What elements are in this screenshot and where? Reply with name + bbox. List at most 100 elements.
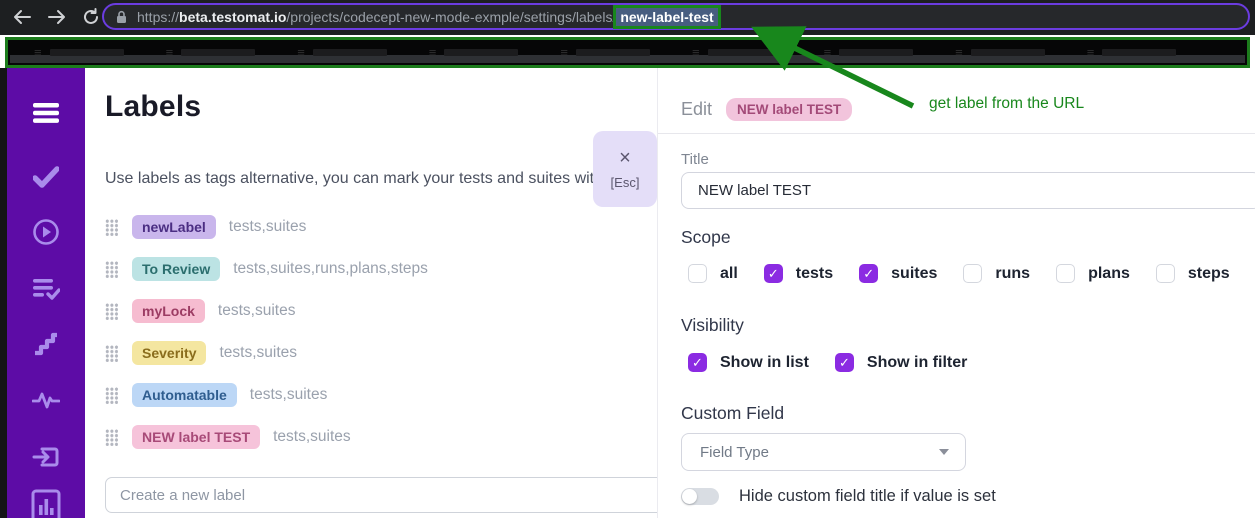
menu-icon: ≡: [297, 46, 305, 59]
label-list: newLabel tests,suites To Review tests,su…: [105, 206, 645, 458]
bookmark-item[interactable]: ≡: [297, 46, 387, 59]
url-selected-segment[interactable]: new-label-test: [616, 8, 717, 26]
scope-options: ✓ all ✓ tests ✓ suites ✓ runs ✓ plans ✓ …: [688, 264, 1230, 283]
bar-chart-icon[interactable]: [31, 491, 61, 518]
bookmark-item[interactable]: ≡: [166, 46, 256, 59]
menu-icon: ≡: [824, 46, 832, 59]
menu-icon: ≡: [560, 46, 568, 59]
play-circle-icon[interactable]: [31, 217, 61, 247]
bookmark-item[interactable]: ≡: [824, 46, 914, 59]
steps-icon[interactable]: [31, 329, 61, 359]
app-sidebar: [7, 68, 85, 518]
scope-option-tests[interactable]: ✓ tests: [764, 264, 833, 283]
panel-title: Edit: [681, 99, 712, 120]
menu-icon: ≡: [429, 46, 437, 59]
exit-icon[interactable]: [31, 442, 61, 472]
panel-header-badge: NEW label TEST: [726, 98, 852, 121]
visibility-option-show-in-filter[interactable]: ✓ Show in filter: [835, 353, 967, 372]
label-badge[interactable]: newLabel: [132, 215, 216, 239]
label-row: myLock tests,suites: [105, 290, 645, 332]
drag-handle-icon[interactable]: [105, 345, 118, 362]
url-scheme: https://: [137, 9, 179, 25]
drag-handle-icon[interactable]: [105, 219, 118, 236]
visibility-options: ✓ Show in list ✓ Show in filter: [688, 353, 967, 372]
drag-handle-icon[interactable]: [105, 261, 118, 278]
url-bar[interactable]: https://beta.testomat.io/projects/codece…: [102, 3, 1250, 30]
bookmark-item[interactable]: ≡: [560, 46, 650, 59]
visibility-section-label: Visibility: [681, 315, 744, 336]
label-badge[interactable]: To Review: [132, 257, 220, 281]
url-host: beta.testomat.io: [179, 9, 286, 25]
label-badge[interactable]: NEW label TEST: [132, 425, 260, 449]
scope-section-label: Scope: [681, 227, 731, 248]
lock-icon: [116, 10, 127, 24]
bookmark-item[interactable]: ≡: [955, 46, 1045, 59]
label-badge[interactable]: Severity: [132, 341, 206, 365]
label-scope: tests,suites: [229, 218, 307, 236]
bookmark-item[interactable]: ≡: [1087, 46, 1177, 59]
drag-handle-icon[interactable]: [105, 303, 118, 320]
checkbox[interactable]: ✓: [859, 264, 878, 283]
toggle-switch[interactable]: [681, 488, 719, 505]
custom-field-section-label: Custom Field: [681, 403, 784, 424]
label-row: Severity tests,suites: [105, 332, 645, 374]
label-row: NEW label TEST tests,suites: [105, 416, 645, 458]
bookmark-item[interactable]: ≡: [692, 46, 782, 59]
field-type-select[interactable]: Field Type: [681, 433, 966, 471]
drag-handle-icon[interactable]: [105, 387, 118, 404]
menu-icon: ≡: [166, 46, 174, 59]
forward-icon[interactable]: [43, 4, 71, 30]
label-row: newLabel tests,suites: [105, 206, 645, 248]
checkbox[interactable]: ✓: [963, 264, 982, 283]
menu-icon: ≡: [1087, 46, 1095, 59]
bookmarks-bar: ≡ ≡ ≡ ≡ ≡ ≡ ≡ ≡ ≡: [5, 37, 1250, 68]
label-row: Automatable tests,suites: [105, 374, 645, 416]
checkbox[interactable]: ✓: [764, 264, 783, 283]
list-check-icon[interactable]: [31, 274, 61, 304]
scope-option-suites[interactable]: ✓ suites: [859, 264, 937, 283]
scope-option-all[interactable]: ✓ all: [688, 264, 738, 283]
label-scope: tests,suites: [218, 302, 296, 320]
close-icon: ×: [619, 148, 631, 168]
check-icon[interactable]: [31, 162, 61, 192]
reload-icon[interactable]: [77, 4, 105, 30]
menu-icon: ≡: [34, 46, 42, 59]
title-input[interactable]: [681, 172, 1255, 209]
field-type-value: Field Type: [700, 444, 769, 461]
label-row: To Review tests,suites,runs,plans,steps: [105, 248, 645, 290]
scope-option-runs[interactable]: ✓ runs: [963, 264, 1030, 283]
menu-icon: ≡: [692, 46, 700, 59]
label-scope: tests,suites: [273, 428, 351, 446]
label-scope: tests,suites: [219, 344, 297, 362]
checkbox[interactable]: ✓: [1056, 264, 1075, 283]
hide-title-toggle-row: Hide custom field title if value is set: [681, 487, 996, 506]
page-title: Labels: [105, 90, 201, 124]
app-window: https://beta.testomat.io/projects/codece…: [0, 0, 1255, 518]
create-label-input[interactable]: [105, 477, 680, 513]
menu-icon[interactable]: [31, 98, 61, 128]
scope-option-steps[interactable]: ✓ steps: [1156, 264, 1230, 283]
label-badge[interactable]: Automatable: [132, 383, 237, 407]
window-edge: [0, 68, 7, 518]
chevron-down-icon: [939, 449, 949, 455]
divider: [658, 133, 1255, 134]
visibility-option-show-in-list[interactable]: ✓ Show in list: [688, 353, 809, 372]
page-description: Use labels as tags alternative, you can …: [105, 170, 660, 188]
url-path: /projects/codecept-new-mode-exmple/setti…: [286, 9, 616, 25]
checkbox[interactable]: ✓: [688, 264, 707, 283]
toggle-label: Hide custom field title if value is set: [739, 487, 996, 506]
label-scope: tests,suites: [250, 386, 328, 404]
bookmark-item[interactable]: ≡: [429, 46, 519, 59]
bookmark-item[interactable]: ≡: [34, 46, 124, 59]
label-badge[interactable]: myLock: [132, 299, 205, 323]
esc-hint: [Esc]: [611, 175, 640, 190]
drag-handle-icon[interactable]: [105, 429, 118, 446]
menu-icon: ≡: [955, 46, 963, 59]
back-icon[interactable]: [8, 4, 36, 30]
checkbox[interactable]: ✓: [835, 353, 854, 372]
scope-option-plans[interactable]: ✓ plans: [1056, 264, 1130, 283]
checkbox[interactable]: ✓: [688, 353, 707, 372]
checkbox[interactable]: ✓: [1156, 264, 1175, 283]
activity-icon[interactable]: [31, 385, 61, 415]
close-button[interactable]: × [Esc]: [593, 131, 657, 207]
